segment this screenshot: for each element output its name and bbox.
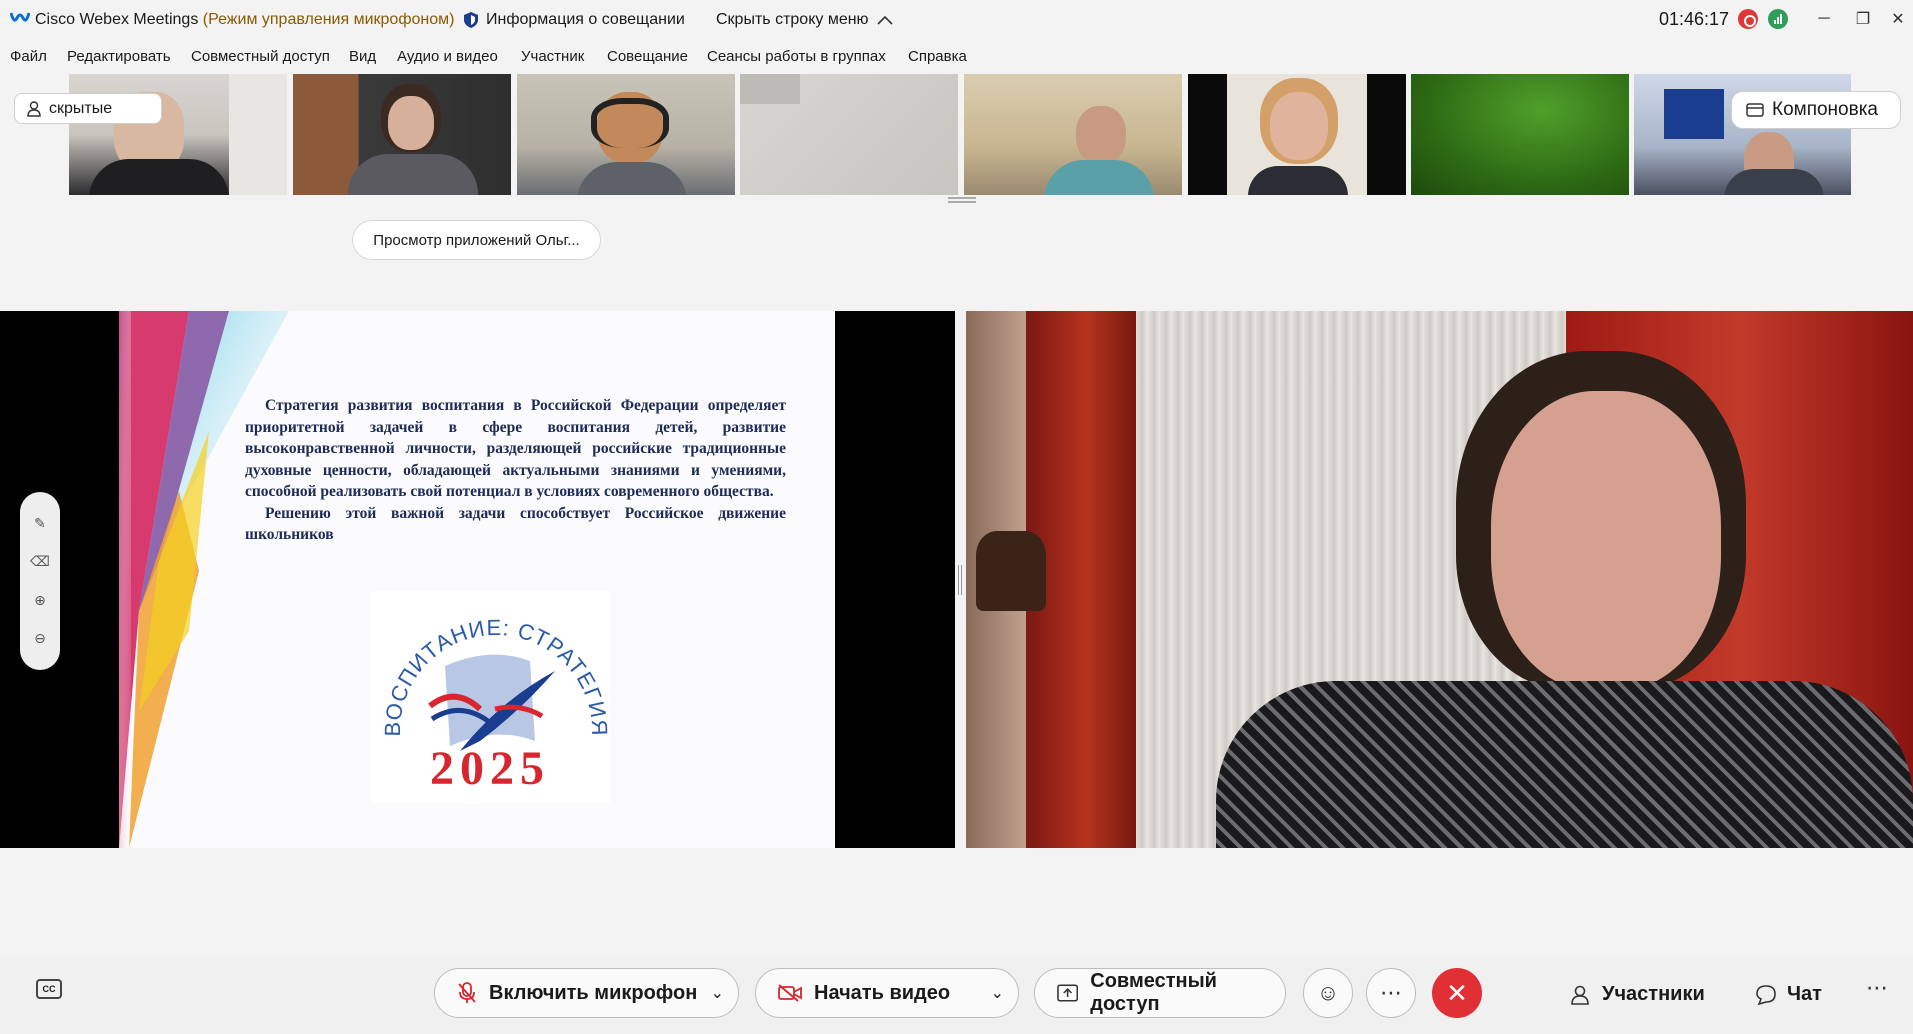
menu-file[interactable]: Файл: [10, 48, 47, 65]
app-name: Cisco Webex Meetings: [35, 11, 199, 28]
menu-share[interactable]: Совместный доступ: [191, 48, 330, 65]
filmstrip-resize-handle[interactable]: [948, 197, 976, 203]
meeting-info-button[interactable]: Информация о совещании: [464, 11, 685, 29]
hidden-participants-chip[interactable]: скрытые: [14, 93, 162, 124]
minimize-button[interactable]: ─: [1806, 6, 1842, 32]
participant-thumbnail[interactable]: [293, 74, 511, 195]
presentation-slide: Стратегия развития воспитания в Российск…: [119, 311, 835, 848]
meeting-info-label: Информация о совещании: [486, 11, 685, 28]
emoji-icon: ☺: [1316, 980, 1340, 1005]
menu-help[interactable]: Справка: [908, 48, 967, 65]
person-icon: [27, 100, 41, 117]
slide-paragraph: Решению этой важной задачи способствует …: [245, 504, 786, 544]
annotation-toolbar: ✎ ⌫ ⊕ ⊖: [20, 492, 60, 670]
chevron-down-icon[interactable]: ⌄: [711, 983, 724, 1003]
layout-label: Компоновка: [1772, 99, 1879, 120]
pen-icon[interactable]: ✎: [34, 515, 46, 532]
more-options-button[interactable]: ⋯: [1366, 968, 1416, 1018]
chat-button[interactable]: Чат: [1755, 983, 1822, 1006]
close-button[interactable]: ✕: [1880, 6, 1913, 32]
participants-button[interactable]: Участники: [1570, 983, 1705, 1006]
zoom-in-icon[interactable]: ⊕: [34, 592, 46, 609]
chat-label: Чат: [1787, 983, 1822, 1005]
video-off-icon: [778, 984, 802, 1002]
start-video-label: Начать видео: [814, 981, 951, 1004]
closed-captions-button[interactable]: CC: [36, 979, 62, 999]
share-button[interactable]: Совместный доступ: [1034, 968, 1286, 1018]
logo-year: 2025: [430, 742, 550, 795]
slide-decoration: [119, 311, 289, 848]
participant-thumbnail[interactable]: [517, 74, 735, 195]
share-screen-icon: [1057, 984, 1079, 1002]
participant-thumbnail[interactable]: [740, 74, 958, 195]
view-apps-button[interactable]: Просмотр приложений Ольг...: [352, 220, 601, 260]
layout-icon: [1746, 103, 1764, 117]
zoom-out-icon[interactable]: ⊖: [34, 630, 46, 647]
chat-icon: [1756, 984, 1776, 1005]
more-icon[interactable]: ⋯: [1866, 975, 1888, 1001]
chevron-up-icon: [876, 15, 893, 25]
menu-breakout[interactable]: Сеансы работы в группах: [707, 48, 886, 65]
shared-content-pane[interactable]: Стратегия развития воспитания в Российск…: [0, 311, 955, 848]
mic-muted-icon: [458, 982, 476, 1003]
eraser-icon[interactable]: ⌫: [30, 553, 50, 570]
layout-button[interactable]: Компоновка: [1731, 91, 1901, 129]
participant-thumbnail[interactable]: [1188, 74, 1406, 195]
active-speaker-video[interactable]: [966, 311, 1913, 848]
participants-label: Участники: [1602, 983, 1705, 1005]
network-health-icon[interactable]: [1768, 9, 1788, 29]
meeting-controls-bar: CC Включить микрофон ⌄ Начать видео ⌄ Со…: [0, 955, 1913, 1034]
chevron-down-icon[interactable]: ⌄: [991, 983, 1004, 1003]
ellipsis-icon: ⋯: [1380, 980, 1402, 1005]
view-apps-label: Просмотр приложений Ольг...: [373, 231, 580, 249]
unmute-button[interactable]: Включить микрофон ⌄: [434, 968, 739, 1018]
meeting-timer: 01:46:17: [1659, 9, 1730, 29]
menu-meeting[interactable]: Совещание: [607, 48, 688, 65]
slide-paragraph: Стратегия развития воспитания в Российск…: [245, 397, 786, 500]
menu-audio-video[interactable]: Аудио и видео: [397, 48, 498, 65]
start-video-button[interactable]: Начать видео ⌄: [755, 968, 1019, 1018]
participant-thumbnail[interactable]: [1411, 74, 1629, 195]
hide-menu-label: Скрыть строку меню: [716, 11, 869, 28]
leave-meeting-button[interactable]: ✕: [1432, 968, 1482, 1018]
participants-icon: [1571, 985, 1589, 1005]
menu-view[interactable]: Вид: [349, 48, 376, 65]
participant-thumbnail[interactable]: [964, 74, 1182, 195]
share-label: Совместный доступ: [1090, 970, 1217, 1015]
hide-menu-button[interactable]: Скрыть строку меню: [716, 11, 893, 29]
menu-edit[interactable]: Редактировать: [67, 48, 171, 65]
app-title: Cisco Webex Meetings (Режим управления м…: [35, 11, 454, 29]
strategy-2025-logo: ВОСПИТАНИЕ: СТРАТЕГИЯ 2025: [370, 591, 610, 803]
recording-icon[interactable]: [1738, 9, 1758, 29]
restore-button[interactable]: ❐: [1845, 6, 1881, 32]
menu-participant[interactable]: Участник: [521, 48, 584, 65]
webex-logo-icon: [10, 12, 30, 22]
shield-icon: [464, 12, 478, 28]
hidden-label: скрытые: [49, 99, 113, 117]
title-bar: Cisco Webex Meetings (Режим управления м…: [0, 0, 1913, 40]
close-icon: ✕: [1446, 977, 1468, 1008]
unmute-label: Включить микрофон: [489, 981, 698, 1004]
reactions-button[interactable]: ☺: [1303, 968, 1353, 1018]
pane-divider-handle[interactable]: [958, 565, 962, 595]
app-mode: (Режим управления микрофоном): [202, 11, 455, 28]
slide-body-text: Стратегия развития воспитания в Российск…: [245, 395, 786, 546]
